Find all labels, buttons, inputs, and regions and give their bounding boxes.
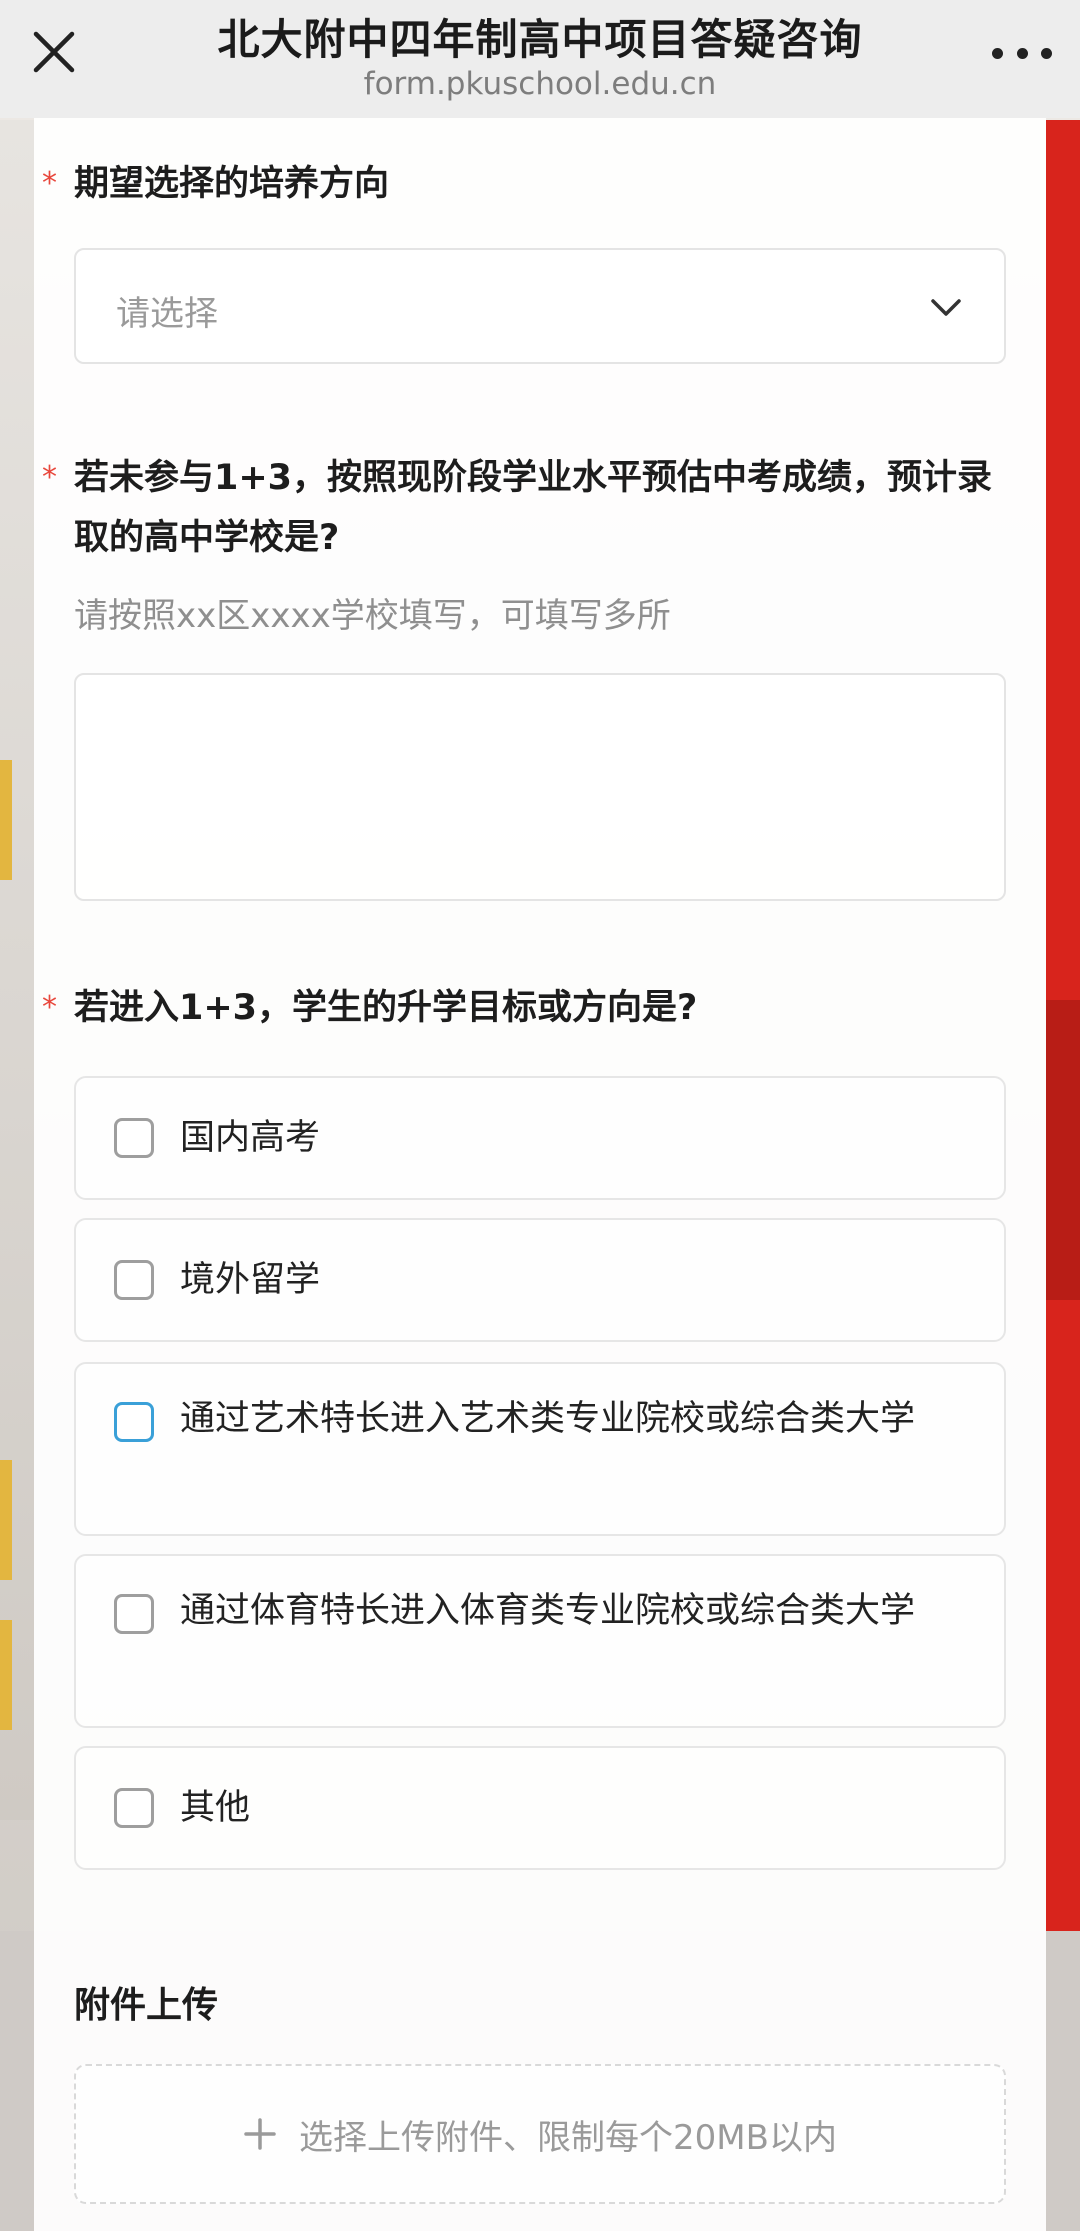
- select-placeholder: 请选择: [116, 294, 218, 334]
- required-mark: *: [42, 990, 57, 1025]
- expected-school-textarea[interactable]: [74, 673, 1006, 901]
- option-label: 通过艺术特长进入艺术类专业院校或综合类大学: [180, 1399, 916, 1439]
- option-label: 通过体育特长进入体育类专业院校或综合类大学: [180, 1591, 916, 1631]
- question-label: 若进入1+3，学生的升学目标或方向是?: [74, 988, 698, 1028]
- plus-icon: [244, 2118, 276, 2150]
- close-icon[interactable]: [28, 26, 80, 78]
- form-card: * 期望选择的培养方向 请选择 * 若未参与1+3，按照现阶段学业水平预估中考成…: [34, 118, 1046, 2231]
- more-options-icon[interactable]: [992, 30, 1052, 76]
- top-navigation-bar: 北大附中四年制高中项目答疑咨询 form.pkuschool.edu.cn: [0, 0, 1080, 118]
- checkbox[interactable]: [114, 1402, 154, 1442]
- checkbox[interactable]: [114, 1788, 154, 1828]
- checkbox[interactable]: [114, 1118, 154, 1158]
- question-hint: 请按照xx区xxxx学校填写，可填写多所: [74, 596, 671, 636]
- training-direction-select[interactable]: 请选择: [74, 248, 1006, 364]
- question-expected-school: * 若未参与1+3，按照现阶段学业水平预估中考成绩，预计录取的高中学校是?: [42, 448, 1024, 568]
- required-mark: *: [42, 166, 57, 201]
- option-label: 境外留学: [180, 1260, 321, 1300]
- option-sports-specialty[interactable]: 通过体育特长进入体育类专业院校或综合类大学: [74, 1554, 1006, 1728]
- checkbox[interactable]: [114, 1594, 154, 1634]
- option-domestic-gaokao[interactable]: 国内高考: [74, 1076, 1006, 1200]
- option-art-specialty[interactable]: 通过艺术特长进入艺术类专业院校或综合类大学: [74, 1362, 1006, 1536]
- attachments-title: 附件上传: [74, 1985, 219, 2026]
- chevron-down-icon: [931, 299, 961, 316]
- question-label: 若未参与1+3，按照现阶段学业水平预估中考成绩，预计录取的高中学校是?: [74, 458, 993, 558]
- required-mark: *: [42, 460, 57, 495]
- option-study-abroad[interactable]: 境外留学: [74, 1218, 1006, 1342]
- option-label: 国内高考: [180, 1118, 321, 1158]
- question-training-direction: * 期望选择的培养方向: [42, 154, 1024, 214]
- page-domain: form.pkuschool.edu.cn: [363, 66, 717, 102]
- option-other[interactable]: 其他: [74, 1746, 1006, 1870]
- question-future-goal: * 若进入1+3，学生的升学目标或方向是?: [42, 978, 1024, 1038]
- upload-label: 选择上传附件、限制每个20MB以内: [299, 2117, 837, 2158]
- checkbox[interactable]: [114, 1260, 154, 1300]
- page-title: 北大附中四年制高中项目答疑咨询: [217, 15, 863, 64]
- question-label: 期望选择的培养方向: [74, 164, 390, 204]
- option-label: 其他: [180, 1788, 251, 1828]
- attachment-upload-button[interactable]: 选择上传附件、限制每个20MB以内: [74, 2064, 1006, 2204]
